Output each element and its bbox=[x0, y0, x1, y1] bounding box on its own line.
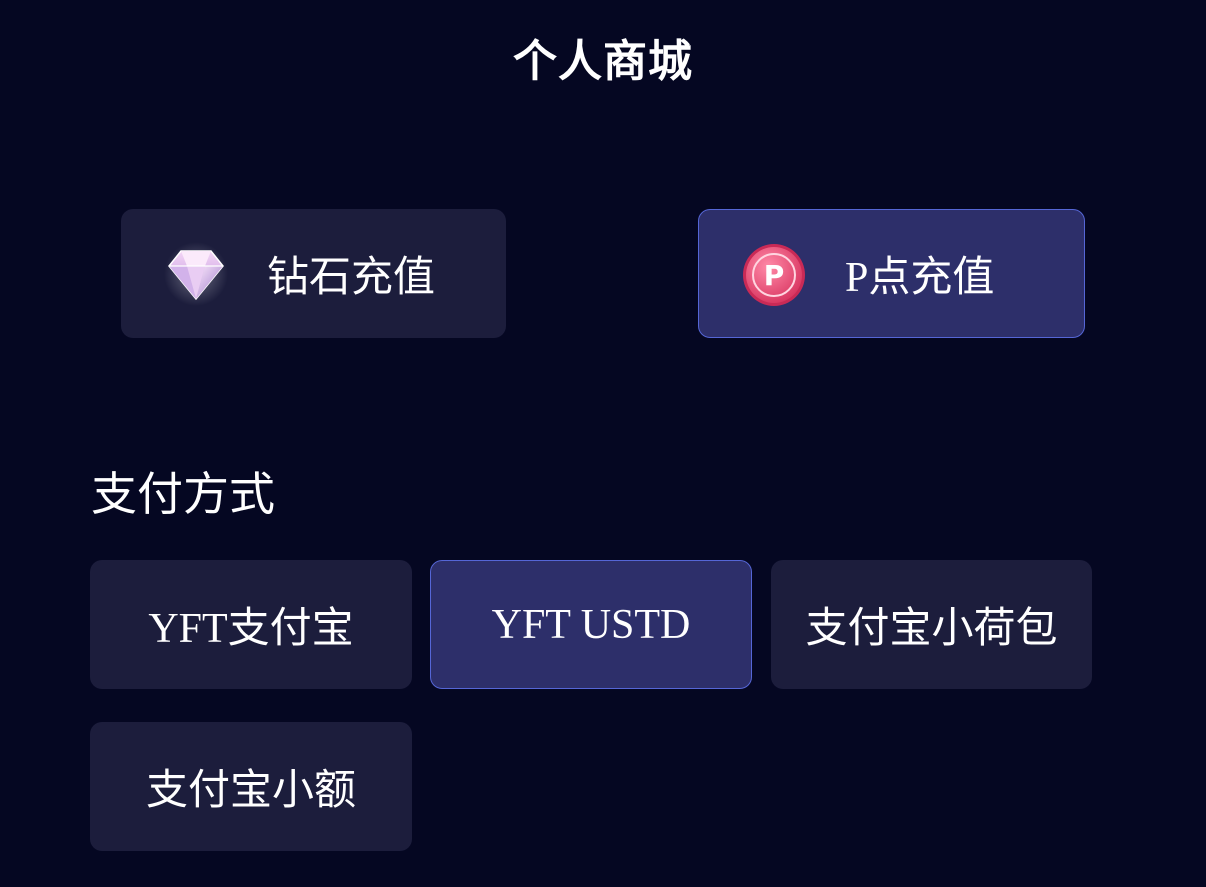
diamond-recharge-label: 钻石充值 bbox=[267, 252, 436, 301]
p-coin-icon: P bbox=[741, 242, 807, 308]
p-point-recharge-button[interactable]: P P点充值 bbox=[698, 209, 1085, 338]
page-title: 个人商城 bbox=[513, 36, 693, 87]
diamond-recharge-button[interactable]: 钻石充值 bbox=[121, 209, 506, 338]
payment-method-yft-alipay[interactable]: YFT支付宝 bbox=[90, 560, 412, 689]
payment-method-alipay-wallet[interactable]: 支付宝小荷包 bbox=[771, 560, 1092, 689]
payment-method-yft-ustd[interactable]: YFT USTD bbox=[430, 560, 752, 689]
svg-text:P: P bbox=[764, 259, 785, 292]
p-point-recharge-label: P点充值 bbox=[845, 255, 995, 301]
shop-page: 个人商城 钻石充值 P P点充值 支付方式 YFT支付宝 YFT USTD 支付… bbox=[0, 0, 1206, 887]
payment-method-heading: 支付方式 bbox=[91, 467, 275, 521]
diamond-icon bbox=[163, 241, 229, 307]
payment-method-alipay-small[interactable]: 支付宝小额 bbox=[90, 722, 412, 851]
